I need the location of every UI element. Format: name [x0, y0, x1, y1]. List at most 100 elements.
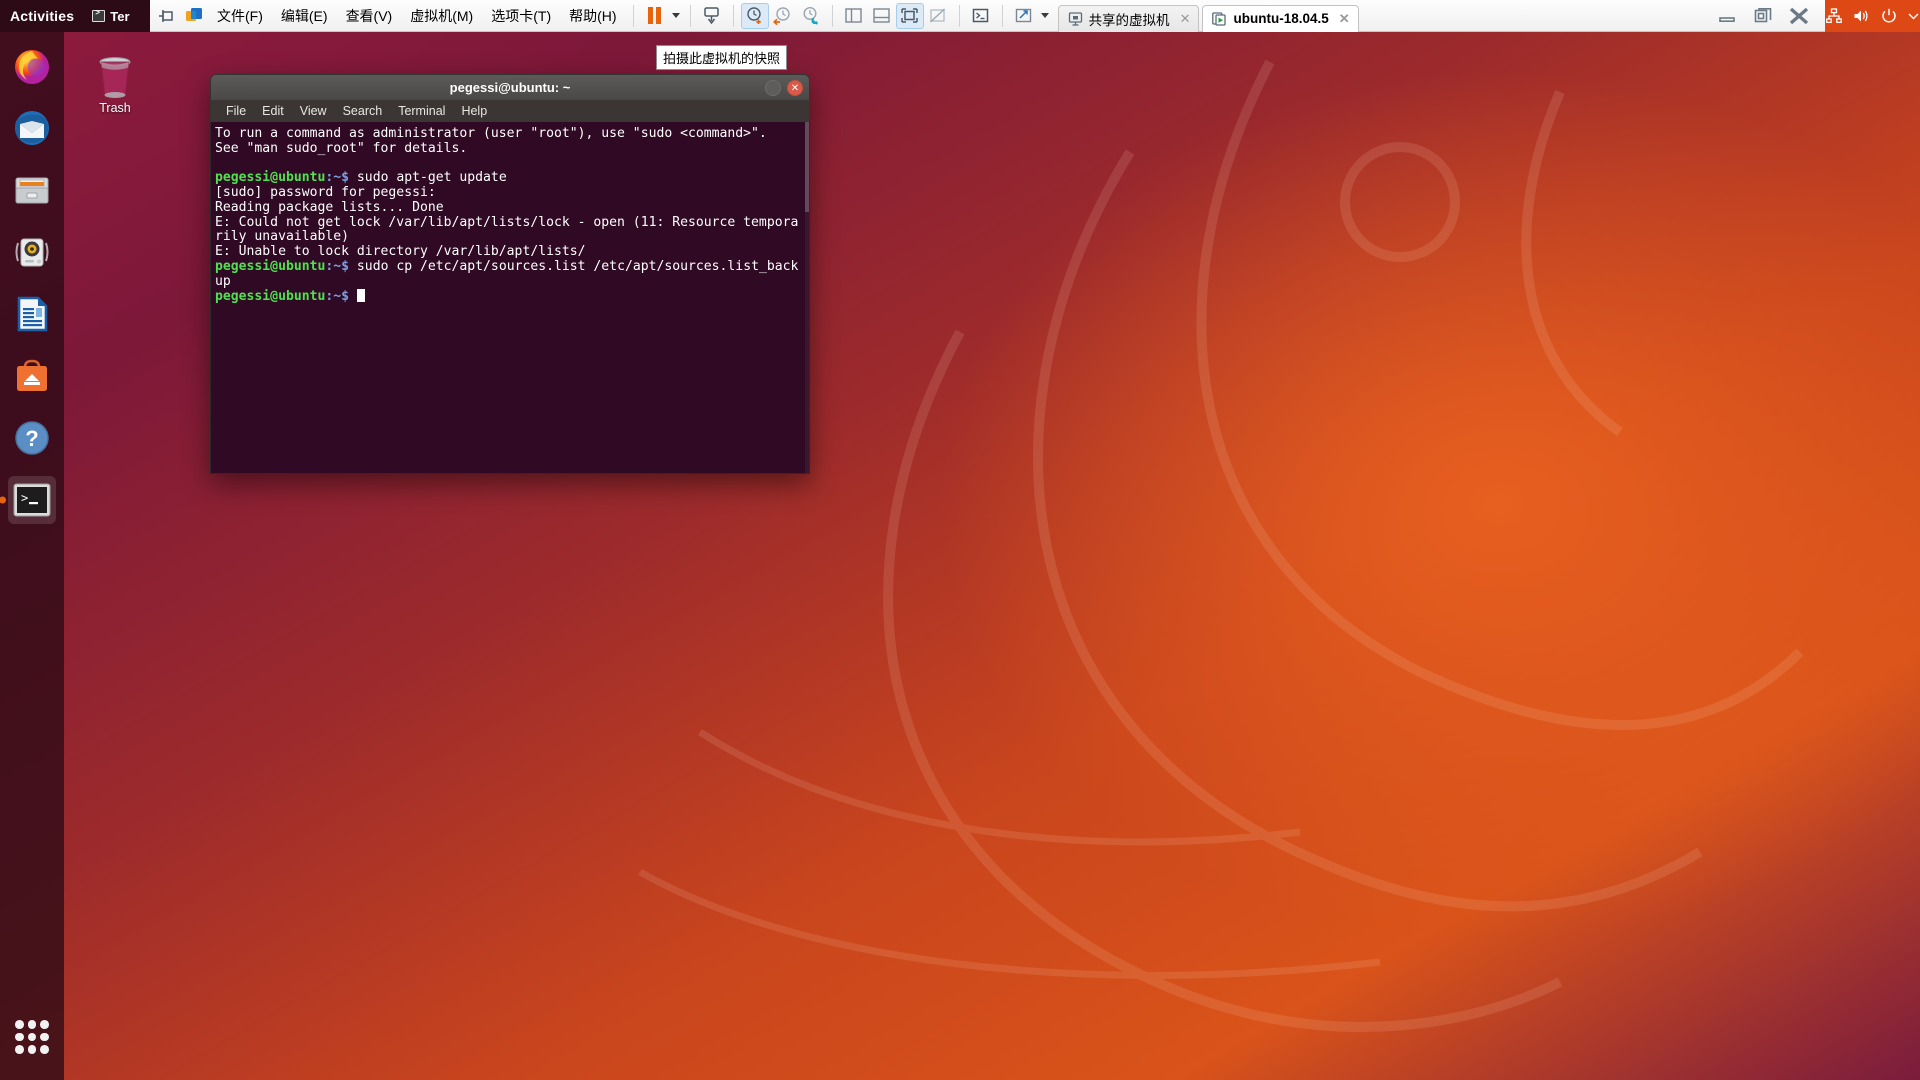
terminal-icon: >	[13, 483, 51, 517]
dock-item-help[interactable]: ?	[8, 414, 56, 462]
vmware-menu-file[interactable]: 文件(F)	[208, 1, 272, 31]
ubuntu-system-tray[interactable]	[1825, 0, 1920, 32]
stretch-caret-icon[interactable]	[1038, 3, 1052, 29]
vmware-menu-edit[interactable]: 编辑(E)	[272, 1, 337, 31]
stretch-icon[interactable]	[1010, 3, 1038, 29]
grid-dot	[40, 1020, 49, 1029]
terminal-line: E: Unable to lock directory /var/lib/apt…	[215, 244, 586, 259]
terminal-line: See "man sudo_root" for details.	[215, 140, 468, 156]
pin-icon[interactable]	[152, 3, 180, 29]
terminal-output: To run a command as administrator (user …	[215, 126, 805, 305]
terminal-body[interactable]: To run a command as administrator (user …	[210, 122, 810, 474]
terminal-window[interactable]: pegessi@ubuntu: ~ ✕ File Edit View Searc…	[210, 74, 810, 474]
vmware-toolbar[interactable]: 文件(F) 编辑(E) 查看(V) 虚拟机(M) 选项卡(T) 帮助(H) 共享…	[0, 0, 1920, 32]
pause-icon[interactable]	[641, 3, 669, 29]
vmware-menu-view[interactable]: 查看(V)	[337, 1, 402, 31]
terminal-line: Reading package lists... Done	[215, 199, 444, 215]
volume-icon[interactable]	[1853, 8, 1870, 24]
terminal-menu-help[interactable]: Help	[454, 102, 494, 120]
grid-dot	[15, 1020, 24, 1029]
scrollbar-thumb[interactable]	[805, 122, 809, 212]
vm-tab-close-icon[interactable]: ✕	[1180, 11, 1191, 27]
terminal-menu-edit[interactable]: Edit	[255, 102, 291, 120]
desktop-icon-label: Trash	[99, 101, 131, 115]
firefox-icon	[15, 50, 49, 84]
desktop-icon-trash[interactable]: Trash	[82, 54, 148, 115]
grid-dot	[27, 1032, 37, 1042]
minimize-button[interactable]	[1717, 6, 1737, 26]
vmware-window-controls[interactable]	[1717, 0, 1825, 32]
vmware-menu-vm[interactable]: 虚拟机(M)	[401, 1, 482, 31]
activities-button[interactable]: Activities	[10, 8, 74, 24]
terminal-menu-search[interactable]: Search	[336, 102, 390, 120]
grid-dot	[40, 1045, 49, 1054]
manage-icon[interactable]	[698, 3, 726, 29]
vm-tab-ubuntu[interactable]: ubuntu-18.04.5 ✕	[1202, 4, 1359, 32]
terminal-menu-view[interactable]: View	[293, 102, 334, 120]
console-panel-icon[interactable]	[868, 3, 896, 29]
terminal-icon[interactable]	[967, 3, 995, 29]
terminal-close-button[interactable]: ✕	[787, 80, 803, 96]
terminal-scrollbar[interactable]	[805, 122, 809, 473]
vmware-tab-bar[interactable]: 共享的虚拟机 ✕ ubuntu-18.04.5 ✕	[1057, 0, 1362, 32]
vm-tab-shared[interactable]: 共享的虚拟机 ✕	[1057, 4, 1200, 32]
snapshot-manager-icon[interactable]	[797, 3, 825, 29]
trash-icon	[99, 57, 131, 98]
svg-text:?: ?	[25, 426, 38, 451]
network-icon[interactable]	[1826, 8, 1842, 24]
ubuntu-active-app[interactable]: Ter	[92, 8, 130, 24]
restore-button[interactable]	[1753, 6, 1773, 26]
libreoffice-writer-icon	[17, 296, 48, 332]
power-icon[interactable]	[1881, 8, 1897, 24]
dock-item-terminal[interactable]: >	[8, 476, 56, 524]
terminal-line: [sudo] password for pegessi:	[215, 185, 436, 200]
vmware-logo-icon[interactable]	[180, 3, 208, 29]
terminal-line: pegessi@ubuntu:~$ sudo apt-get update	[215, 170, 507, 186]
toolbar-separator	[632, 4, 634, 27]
vmware-menu-help[interactable]: 帮助(H)	[560, 1, 625, 31]
fullscreen-icon[interactable]	[895, 2, 924, 29]
snapshot-take-icon[interactable]	[740, 2, 769, 29]
terminal-menubar[interactable]: File Edit View Search Terminal Help	[210, 100, 810, 122]
snapshot-revert-icon[interactable]	[769, 3, 797, 29]
dock-item-ubuntu-software[interactable]	[8, 352, 56, 400]
terminal-minimize-button[interactable]	[765, 80, 781, 96]
running-vm-icon	[1212, 11, 1227, 26]
rhythmbox-icon	[15, 238, 49, 267]
dock-item-rhythmbox[interactable]	[8, 228, 56, 276]
ubuntu-active-app-label: Ter	[110, 8, 130, 24]
vm-tab-label: ubuntu-18.04.5	[1233, 11, 1329, 26]
shared-vm-icon	[1068, 11, 1082, 26]
terminal-titlebar[interactable]: pegessi@ubuntu: ~ ✕	[210, 74, 810, 100]
dock-item-files[interactable]	[8, 166, 56, 214]
terminal-window-buttons[interactable]: ✕	[765, 75, 803, 101]
close-button[interactable]	[1789, 6, 1809, 26]
terminal-menu-file[interactable]: File	[219, 102, 253, 120]
dock-item-libreoffice-writer[interactable]	[8, 290, 56, 338]
grid-dot	[15, 1032, 24, 1042]
ubuntu-dock[interactable]: ? >	[0, 32, 64, 1080]
grid-dot	[27, 1020, 37, 1029]
grid-dot	[27, 1045, 37, 1054]
vm-tab-close-icon[interactable]: ✕	[1339, 11, 1350, 27]
terminal-line: E: Could not get lock /var/lib/apt/lists…	[215, 214, 799, 245]
ubuntu-desktop[interactable]: Trash ? > pegessi@ubuntu: ~ ✕ File Edit …	[0, 32, 1920, 1080]
unity-icon[interactable]	[924, 3, 952, 29]
show-applications-button[interactable]	[15, 1020, 49, 1054]
terminal-app-icon	[92, 9, 106, 22]
tray-caret-icon[interactable]	[1908, 12, 1919, 20]
power-dropdown-caret-icon[interactable]	[669, 3, 683, 29]
library-panel-icon[interactable]	[840, 3, 868, 29]
toolbar-separator	[689, 4, 691, 27]
vmware-menu-tabs[interactable]: 选项卡(T)	[482, 1, 560, 31]
vmware-menubar[interactable]: 文件(F) 编辑(E) 查看(V) 虚拟机(M) 选项卡(T) 帮助(H)	[152, 1, 626, 31]
grid-dot	[15, 1045, 24, 1054]
terminal-line: pegessi@ubuntu:~$	[215, 289, 365, 304]
ubuntu-topbar-left[interactable]: Activities Ter	[0, 0, 150, 32]
terminal-menu-terminal[interactable]: Terminal	[391, 102, 452, 120]
help-icon: ?	[15, 421, 49, 455]
dock-item-thunderbird[interactable]	[8, 104, 56, 152]
terminal-line: To run a command as administrator (user …	[215, 126, 767, 141]
dock-item-firefox[interactable]	[8, 42, 56, 90]
terminal-title: pegessi@ubuntu: ~	[449, 80, 571, 95]
